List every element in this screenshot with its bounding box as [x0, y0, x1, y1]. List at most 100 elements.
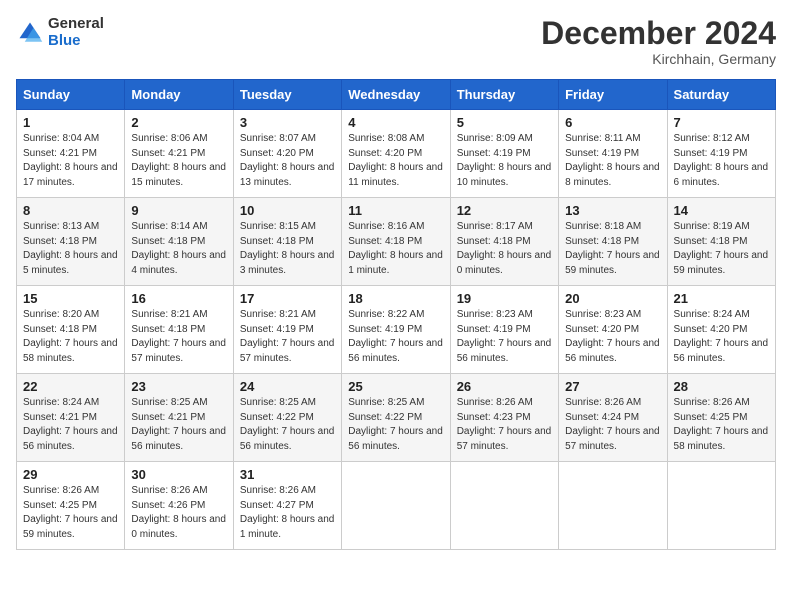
day-number: 25 — [348, 379, 443, 394]
calendar-cell: 3Sunrise: 8:07 AMSunset: 4:20 PMDaylight… — [233, 110, 341, 198]
day-detail: Sunrise: 8:11 AMSunset: 4:19 PMDaylight:… — [565, 132, 660, 190]
day-number: 16 — [131, 291, 226, 306]
calendar-week-1: 1 Sunrise: 8:04 AMSunset: 4:21 PMDaylight… — [17, 110, 776, 198]
day-detail: Sunrise: 8:23 AMSunset: 4:19 PMDaylight:… — [457, 308, 552, 366]
day-detail: Sunrise: 8:26 AMSunset: 4:26 PMDaylight:… — [131, 484, 226, 542]
logo-blue: Blue — [48, 33, 104, 50]
day-number: 6 — [565, 115, 660, 130]
day-detail: Sunrise: 8:26 AMSunset: 4:27 PMDaylight:… — [240, 484, 335, 542]
day-number: 13 — [565, 203, 660, 218]
calendar-table: SundayMondayTuesdayWednesdayThursdayFrid… — [16, 79, 776, 550]
logo: General Blue — [16, 16, 104, 49]
day-detail: Sunrise: 8:25 AMSunset: 4:22 PMDaylight:… — [348, 396, 443, 454]
day-detail: Sunrise: 8:23 AMSunset: 4:20 PMDaylight:… — [565, 308, 660, 366]
calendar-week-5: 29Sunrise: 8:26 AMSunset: 4:25 PMDayligh… — [17, 462, 776, 550]
calendar-cell: 15 Sunrise: 8:20 AMSunset: 4:18 PMDayligh… — [17, 286, 125, 374]
day-number: 18 — [348, 291, 443, 306]
day-number: 4 — [348, 115, 443, 130]
day-detail: Sunrise: 8:08 AMSunset: 4:20 PMDaylight:… — [348, 132, 443, 190]
day-detail: Sunrise: 8:26 AMSunset: 4:23 PMDaylight:… — [457, 396, 552, 454]
weekday-header-row: SundayMondayTuesdayWednesdayThursdayFrid… — [17, 80, 776, 110]
calendar-cell: 19 Sunrise: 8:23 AMSunset: 4:19 PMDayligh… — [450, 286, 558, 374]
logo-text: General Blue — [48, 16, 104, 49]
calendar-cell: 9 Sunrise: 8:14 AMSunset: 4:18 PMDaylight… — [125, 198, 233, 286]
day-detail: Sunrise: 8:06 AMSunset: 4:21 PMDaylight:… — [131, 132, 226, 190]
calendar-cell: 8 Sunrise: 8:13 AMSunset: 4:18 PMDaylight… — [17, 198, 125, 286]
day-number: 26 — [457, 379, 552, 394]
day-number: 12 — [457, 203, 552, 218]
day-detail: Sunrise: 8:13 AMSunset: 4:18 PMDaylight:… — [23, 220, 118, 278]
calendar-cell: 30 Sunrise: 8:26 AMSunset: 4:26 PMDayligh… — [125, 462, 233, 550]
day-detail: Sunrise: 8:24 AMSunset: 4:20 PMDaylight:… — [674, 308, 769, 366]
calendar-cell: 12Sunrise: 8:17 AMSunset: 4:18 PMDayligh… — [450, 198, 558, 286]
day-detail: Sunrise: 8:21 AMSunset: 4:19 PMDaylight:… — [240, 308, 335, 366]
day-number: 3 — [240, 115, 335, 130]
month-title: December 2024 — [541, 16, 776, 51]
day-detail: Sunrise: 8:21 AMSunset: 4:18 PMDaylight:… — [131, 308, 226, 366]
weekday-header-monday: Monday — [125, 80, 233, 110]
logo-icon — [16, 19, 44, 47]
day-number: 19 — [457, 291, 552, 306]
day-number: 22 — [23, 379, 118, 394]
calendar-cell: 28 Sunrise: 8:26 AMSunset: 4:25 PMDayligh… — [667, 374, 775, 462]
calendar-cell: 23 Sunrise: 8:25 AMSunset: 4:21 PMDayligh… — [125, 374, 233, 462]
day-detail: Sunrise: 8:09 AMSunset: 4:19 PMDaylight:… — [457, 132, 552, 190]
day-number: 30 — [131, 467, 226, 482]
day-number: 23 — [131, 379, 226, 394]
day-number: 28 — [674, 379, 769, 394]
calendar-cell: 7Sunrise: 8:12 AMSunset: 4:19 PMDaylight… — [667, 110, 775, 198]
day-detail: Sunrise: 8:04 AMSunset: 4:21 PMDaylight:… — [23, 132, 118, 190]
calendar-cell: 1 Sunrise: 8:04 AMSunset: 4:21 PMDaylight… — [17, 110, 125, 198]
logo-general: General — [48, 16, 104, 33]
calendar-cell: 22Sunrise: 8:24 AMSunset: 4:21 PMDayligh… — [17, 374, 125, 462]
day-detail: Sunrise: 8:26 AMSunset: 4:25 PMDaylight:… — [23, 484, 118, 542]
day-number: 20 — [565, 291, 660, 306]
calendar-week-3: 15 Sunrise: 8:20 AMSunset: 4:18 PMDayligh… — [17, 286, 776, 374]
title-area: December 2024 Kirchhain, Germany — [541, 16, 776, 67]
calendar-cell — [342, 462, 450, 550]
day-number: 9 — [131, 203, 226, 218]
calendar-cell: 24Sunrise: 8:25 AMSunset: 4:22 PMDayligh… — [233, 374, 341, 462]
calendar-cell: 29Sunrise: 8:26 AMSunset: 4:25 PMDayligh… — [17, 462, 125, 550]
calendar-cell: 5 Sunrise: 8:09 AMSunset: 4:19 PMDaylight… — [450, 110, 558, 198]
day-number: 1 — [23, 115, 118, 130]
weekday-header-friday: Friday — [559, 80, 667, 110]
day-number: 5 — [457, 115, 552, 130]
calendar-cell: 13 Sunrise: 8:18 AMSunset: 4:18 PMDayligh… — [559, 198, 667, 286]
day-number: 14 — [674, 203, 769, 218]
calendar-week-2: 8 Sunrise: 8:13 AMSunset: 4:18 PMDaylight… — [17, 198, 776, 286]
weekday-header-tuesday: Tuesday — [233, 80, 341, 110]
day-detail: Sunrise: 8:15 AMSunset: 4:18 PMDaylight:… — [240, 220, 335, 278]
day-detail: Sunrise: 8:26 AMSunset: 4:25 PMDaylight:… — [674, 396, 769, 454]
calendar-cell: 14 Sunrise: 8:19 AMSunset: 4:18 PMDayligh… — [667, 198, 775, 286]
day-number: 15 — [23, 291, 118, 306]
calendar-cell: 2 Sunrise: 8:06 AMSunset: 4:21 PMDaylight… — [125, 110, 233, 198]
day-number: 31 — [240, 467, 335, 482]
calendar-cell: 17 Sunrise: 8:21 AMSunset: 4:19 PMDayligh… — [233, 286, 341, 374]
day-detail: Sunrise: 8:14 AMSunset: 4:18 PMDaylight:… — [131, 220, 226, 278]
day-detail: Sunrise: 8:18 AMSunset: 4:18 PMDaylight:… — [565, 220, 660, 278]
day-detail: Sunrise: 8:19 AMSunset: 4:18 PMDaylight:… — [674, 220, 769, 278]
day-detail: Sunrise: 8:20 AMSunset: 4:18 PMDaylight:… — [23, 308, 118, 366]
page-header: General Blue December 2024 Kirchhain, Ge… — [16, 16, 776, 67]
calendar-cell: 16 Sunrise: 8:21 AMSunset: 4:18 PMDayligh… — [125, 286, 233, 374]
weekday-header-sunday: Sunday — [17, 80, 125, 110]
calendar-cell: 20 Sunrise: 8:23 AMSunset: 4:20 PMDayligh… — [559, 286, 667, 374]
day-number: 11 — [348, 203, 443, 218]
day-number: 21 — [674, 291, 769, 306]
day-detail: Sunrise: 8:26 AMSunset: 4:24 PMDaylight:… — [565, 396, 660, 454]
day-number: 2 — [131, 115, 226, 130]
day-detail: Sunrise: 8:25 AMSunset: 4:21 PMDaylight:… — [131, 396, 226, 454]
calendar-cell: 18Sunrise: 8:22 AMSunset: 4:19 PMDayligh… — [342, 286, 450, 374]
day-number: 7 — [674, 115, 769, 130]
calendar-cell: 31 Sunrise: 8:26 AMSunset: 4:27 PMDayligh… — [233, 462, 341, 550]
calendar-cell: 10Sunrise: 8:15 AMSunset: 4:18 PMDayligh… — [233, 198, 341, 286]
day-number: 17 — [240, 291, 335, 306]
day-number: 8 — [23, 203, 118, 218]
calendar-cell — [559, 462, 667, 550]
calendar-cell — [667, 462, 775, 550]
day-number: 24 — [240, 379, 335, 394]
weekday-header-thursday: Thursday — [450, 80, 558, 110]
weekday-header-saturday: Saturday — [667, 80, 775, 110]
day-number: 27 — [565, 379, 660, 394]
